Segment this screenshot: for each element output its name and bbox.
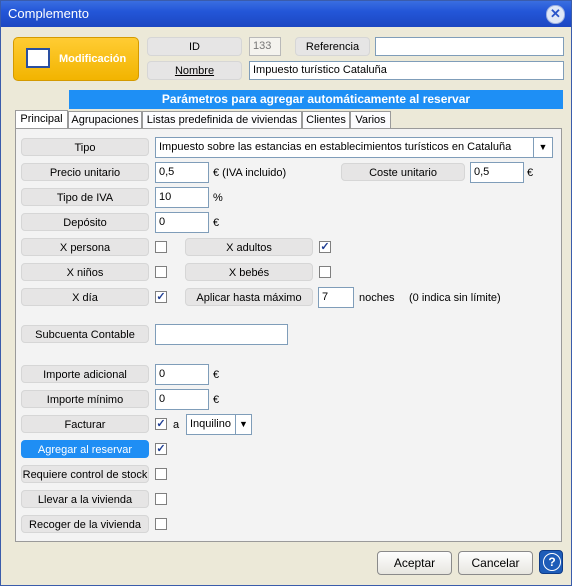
x-dia-checkbox[interactable]: ✓ [155, 291, 167, 303]
close-icon[interactable]: ✕ [546, 5, 565, 24]
mode-label: Modificación [59, 53, 127, 65]
precio-unitario-field[interactable]: 0,5 [155, 162, 209, 183]
aceptar-button[interactable]: Aceptar [377, 551, 452, 575]
x-persona-checkbox[interactable] [155, 241, 167, 253]
tipo-label: Tipo [21, 138, 149, 156]
section-banner: Parámetros para agregar automáticamente … [69, 90, 563, 109]
deposito-suffix: € [213, 217, 220, 229]
subcuenta-field[interactable] [155, 324, 288, 345]
dialog-window: Complemento ✕ Modificación ID 133 Refere… [0, 0, 572, 586]
x-dia-label: X día [21, 288, 149, 306]
x-ninos-label: X niños [21, 263, 149, 281]
referencia-field[interactable] [375, 37, 564, 56]
modification-button[interactable]: Modificación [13, 37, 139, 81]
importe-minimo-suffix: € [213, 394, 220, 406]
coste-unitario-label: Coste unitario [341, 163, 465, 181]
chevron-down-icon[interactable]: ▼ [533, 138, 552, 157]
facturar-checkbox[interactable]: ✓ [155, 418, 167, 430]
agregar-al-reservar-label: Agregar al reservar [21, 440, 149, 458]
deposito-field[interactable]: 0 [155, 212, 209, 233]
facturar-select-value: Inquilino [190, 418, 231, 430]
tipo-iva-label: Tipo de IVA [21, 188, 149, 206]
referencia-label: Referencia [295, 37, 370, 56]
noches-label: noches [359, 292, 395, 304]
facturar-a-label: a [173, 419, 180, 431]
recoger-vivienda-checkbox[interactable] [155, 518, 167, 530]
tipo-iva-field[interactable]: 10 [155, 187, 209, 208]
importe-minimo-field[interactable]: 0 [155, 389, 209, 410]
importe-minimo-label: Importe mínimo [21, 390, 149, 408]
subcuenta-label: Subcuenta Contable [21, 325, 149, 343]
edit-icon [26, 48, 50, 68]
tipo-value: Impuesto sobre las estancias en establec… [159, 141, 512, 153]
help-glyph: ? [543, 553, 561, 571]
title-bar[interactable]: Complemento ✕ [1, 1, 571, 27]
window-title: Complemento [8, 6, 89, 21]
id-label: ID [147, 37, 242, 56]
importe-adicional-label: Importe adicional [21, 365, 149, 383]
tipo-select[interactable]: Impuesto sobre las estancias en establec… [155, 137, 553, 158]
facturar-label: Facturar [21, 415, 149, 433]
chevron-down-icon[interactable]: ▼ [235, 415, 251, 434]
help-icon[interactable]: ? [539, 550, 563, 574]
x-persona-label: X persona [21, 238, 149, 256]
tab-listas-viviendas[interactable]: Listas predefinida de viviendas [142, 111, 302, 128]
control-stock-label: Requiere control de stock [21, 465, 149, 483]
coste-suffix: € [527, 167, 534, 179]
aplicar-hasta-label: Aplicar hasta máximo [185, 288, 313, 306]
recoger-vivienda-label: Recoger de la vivienda [21, 515, 149, 533]
precio-unitario-label: Precio unitario [21, 163, 149, 181]
x-bebes-label: X bebés [185, 263, 313, 281]
aplicar-note: (0 indica sin límite) [409, 292, 501, 304]
tab-principal[interactable]: Principal [15, 110, 68, 129]
precio-suffix: € (IVA incluido) [213, 167, 287, 179]
cancelar-button[interactable]: Cancelar [458, 551, 533, 575]
llevar-vivienda-checkbox[interactable] [155, 493, 167, 505]
importe-adicional-field[interactable]: 0 [155, 364, 209, 385]
nombre-field[interactable]: Impuesto turístico Cataluña [249, 61, 564, 80]
importe-adicional-suffix: € [213, 369, 220, 381]
x-ninos-checkbox[interactable] [155, 266, 167, 278]
nombre-label: Nombre [147, 61, 242, 80]
x-adultos-label: X adultos [185, 238, 313, 256]
x-bebes-checkbox[interactable] [319, 266, 331, 278]
tab-agrupaciones[interactable]: Agrupaciones [68, 111, 142, 128]
id-field: 133 [249, 37, 281, 56]
control-stock-checkbox[interactable] [155, 468, 167, 480]
x-adultos-checkbox[interactable]: ✓ [319, 241, 331, 253]
agregar-al-reservar-checkbox[interactable]: ✓ [155, 443, 167, 455]
coste-unitario-field[interactable]: 0,5 [470, 162, 524, 183]
aplicar-hasta-field[interactable]: 7 [318, 287, 354, 308]
tab-varios[interactable]: Varios [350, 111, 391, 128]
iva-suffix: % [213, 192, 223, 204]
deposito-label: Depósito [21, 213, 149, 231]
facturar-select[interactable]: Inquilino ▼ [186, 414, 252, 435]
llevar-vivienda-label: Llevar a la vivienda [21, 490, 149, 508]
tab-clientes[interactable]: Clientes [302, 111, 350, 128]
